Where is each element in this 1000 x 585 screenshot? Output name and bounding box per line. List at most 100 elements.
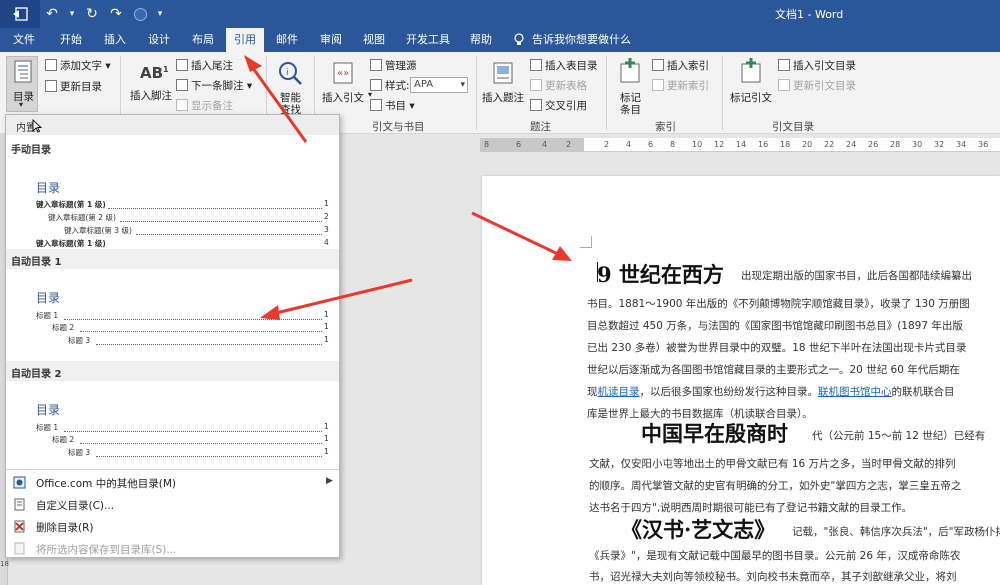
ruler-number: 30 (912, 140, 923, 149)
record-icon[interactable] (128, 0, 152, 28)
tab-mailings[interactable]: 邮件 (268, 28, 306, 52)
update-toc-button[interactable]: 更新目录 (45, 79, 102, 94)
smart-lookup-button[interactable]: i 智能 查找 (272, 56, 308, 116)
insert-endnote-button[interactable]: 插入尾注 (176, 58, 233, 73)
remove-toc-label: 删除目录(R) (36, 522, 94, 534)
ruler-number: 8 (484, 140, 490, 149)
insert-table-of-authorities-button[interactable]: 插入引文目录 (778, 58, 856, 73)
tab-home[interactable]: 开始 (52, 28, 90, 52)
toc-page-number: 4 (324, 238, 329, 247)
tab-references[interactable]: 引用 (226, 28, 264, 52)
tab-help[interactable]: 帮助 (462, 28, 500, 52)
toc-line: 标题 2 (52, 435, 75, 444)
back-button[interactable] (0, 0, 40, 28)
machine-readable-catalog-link[interactable]: 机读目录 (598, 386, 640, 398)
remove-toc-menu-item[interactable]: 删除目录(R) (6, 516, 339, 538)
show-notes-label: 显示备注 (191, 100, 233, 112)
ruler-number: 6 (648, 140, 654, 149)
toc-leader (64, 319, 322, 320)
undo-dropdown-icon[interactable]: ▾ (64, 0, 80, 28)
citation-style-select[interactable]: APA (410, 77, 468, 93)
bibliography-button[interactable]: 书目 ▾ (370, 98, 415, 113)
title-bar: ↶ ▾ ↻ ↷ ▾ 文档1 - Word (0, 0, 1000, 28)
cross-reference-button[interactable]: 交叉引用 (530, 98, 587, 113)
add-text-button[interactable]: 添加文字 ▾ (45, 58, 111, 73)
doc-paragraph[interactable]: 现机读目录，以后很多国家也纷纷发行这种目录。联机图书馆中心的联机联合目 (587, 384, 955, 399)
ruler-number: 22 (824, 140, 835, 149)
doc-heading-2[interactable]: 中国早在殷商时 (641, 418, 788, 448)
tell-me-search[interactable]: 告诉我你想要做什么 (532, 28, 642, 52)
toc-leader (120, 221, 322, 222)
lightbulb-icon (514, 33, 524, 45)
doc-paragraph[interactable]: 书，诏光禄大夫刘向等领校秘书。刘向校书未竟而卒，其子刘歆继承父业，将刘 (589, 569, 957, 584)
doc-paragraph[interactable]: 目总数超过 450 万条，与法国的《国家图书馆馆藏印刷图书总目》(1897 年出… (587, 318, 963, 333)
doc-paragraph[interactable]: 世纪以后逐渐成为各国图书馆馆藏目录的主要形式之一。20 世纪 60 年代后期在 (587, 362, 960, 377)
doc-paragraph[interactable]: 的顺序。周代掌管文献的史官有明确的分工，如外史"掌四方之志，掌三皇五帝之 (589, 478, 961, 493)
update-table-icon (530, 79, 542, 91)
horizontal-ruler[interactable]: 8 6 4 2 2 4 6 8 10 12 14 16 18 20 22 24 … (480, 138, 1000, 152)
auto-toc-2-title: 目录 (36, 403, 61, 417)
insert-table-of-figures-button[interactable]: 插入表目录 (530, 58, 598, 73)
doc-paragraph[interactable]: 文献，仅安阳小屯等地出土的甲骨文献已有 16 万片之多，当时甲骨文献的排列 (589, 456, 956, 471)
mark-citation-button[interactable]: 标记引文 (726, 56, 776, 112)
toc-page-number: 1 (324, 199, 329, 208)
ruler-number: 10 (692, 140, 703, 149)
auto-toc-2-option[interactable]: 目录 标题 1 1 标题 2 1 标题 3 1 (6, 383, 339, 463)
ruler-number: 34 (956, 140, 967, 149)
toc-leader (96, 456, 322, 457)
customize-qat-icon[interactable]: ▾ (152, 0, 168, 28)
doc-paragraph[interactable]: 书目。1881～1900 年出版的《不列颠博物院字顺馆藏目录》，收录了 130 … (587, 296, 970, 311)
doc-paragraph[interactable]: 记载，"张良、韩信序次兵法"，后"军政杨仆捃摭遗逸 (792, 524, 1000, 539)
doc-paragraph[interactable]: 《兵录》"，是现有文献记载中国最早的图书目录。公元前 26 年，汉成帝命陈农 (589, 548, 960, 563)
save-gallery-icon (14, 542, 25, 555)
group-authorities-label: 引文目录 (772, 121, 814, 133)
tab-view[interactable]: 视图 (355, 28, 393, 52)
insert-index-button[interactable]: 插入索引 (652, 58, 709, 73)
doc-paragraph[interactable]: 已出 230 多卷）被誉为世界目录中的双璧。18 世纪下半叶在法国出现卡片式目录 (587, 340, 966, 355)
manual-toc-option[interactable]: 目录 键入章标题(第 1 级) 1 键入章标题(第 2 级) 2 键入章标题(第… (6, 159, 339, 248)
insert-caption-button[interactable]: 插入题注 (480, 56, 526, 112)
table-of-figures-icon (530, 59, 542, 71)
doc-paragraph[interactable]: 达书名于四方",说明西周时期很可能已有了登记书籍文献的目录工作。 (589, 500, 912, 515)
tab-insert[interactable]: 插入 (96, 28, 134, 52)
next-footnote-icon (176, 79, 188, 91)
update-index-button[interactable]: 更新索引 (652, 78, 709, 93)
more-office-toc-menu-item[interactable]: Office.com 中的其他目录(M) ▶ (6, 472, 339, 494)
auto-toc-1-option[interactable]: 目录 标题 1 1 标题 2 1 标题 3 1 (6, 271, 339, 351)
redo-icon[interactable]: ↻ (80, 0, 104, 28)
doc-paragraph[interactable]: 代（公元前 15～前 12 世纪）已经有 (812, 428, 985, 443)
mark-citation-label: 标记引文 (730, 92, 772, 104)
cross-reference-label: 交叉引用 (545, 100, 587, 112)
toc-line: 键入章标题(第 1 级) (36, 239, 106, 248)
insert-citation-button[interactable]: «» 插入引文 ▾ (320, 56, 372, 112)
tab-file[interactable]: 文件 (4, 28, 44, 52)
tab-review[interactable]: 审阅 (312, 28, 350, 52)
toc-button[interactable]: 目录 ▾ (6, 56, 38, 112)
doc-paragraph[interactable]: 出现定期出版的国家书目，此后各国都陆续编纂出 (741, 268, 972, 283)
group-index-label: 索引 (655, 121, 676, 133)
custom-toc-menu-item[interactable]: 自定义目录(C)... (6, 494, 339, 516)
update-table-button[interactable]: 更新表格 (530, 78, 587, 93)
tab-developer[interactable]: 开发工具 (400, 28, 456, 52)
doc-text: 现 (587, 386, 598, 398)
tab-layout[interactable]: 布局 (184, 28, 222, 52)
repeat-icon[interactable]: ↷ (104, 0, 128, 28)
save-selection-to-gallery-menu-item[interactable]: 将所选内容保存到目录库(S)... (6, 538, 339, 557)
toc-page-number: 1 (324, 447, 329, 456)
toc-page-number: 1 (324, 434, 329, 443)
online-library-center-link[interactable]: 联机图书馆中心 (818, 386, 892, 398)
doc-heading-3[interactable]: 《汉书·艺文志》 (621, 514, 775, 544)
manage-sources-button[interactable]: 管理源 (370, 58, 417, 73)
doc-heading-1[interactable]: 9 世纪在西方 (597, 259, 724, 289)
tab-design[interactable]: 设计 (140, 28, 178, 52)
mark-entry-button[interactable]: 标记 条目 (612, 56, 648, 116)
toc-leader (80, 443, 322, 444)
update-table-of-authorities-button[interactable]: 更新引文目录 (778, 78, 856, 93)
insert-footnote-button[interactable]: AB1 插入脚注 (128, 56, 174, 112)
gallery-header: 内置 (6, 115, 339, 135)
undo-icon[interactable]: ↶ (40, 0, 64, 28)
next-footnote-button[interactable]: 下一条脚注 ▾ (176, 78, 252, 93)
show-notes-button[interactable]: 显示备注 (176, 98, 233, 113)
toc-line: 标题 1 (36, 423, 59, 432)
insert-index-label: 插入索引 (667, 60, 709, 72)
